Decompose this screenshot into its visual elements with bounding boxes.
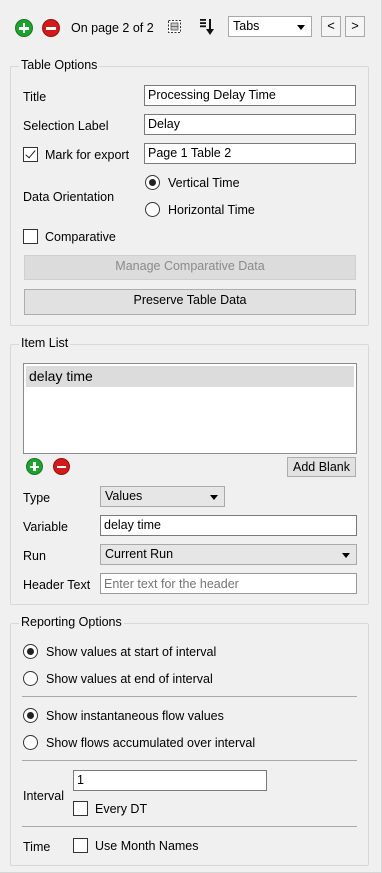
use-month-names-checkbox[interactable] — [73, 838, 88, 853]
chevron-down-icon — [297, 25, 305, 30]
view-mode-select[interactable]: Tabs — [228, 16, 312, 37]
title-input[interactable]: Processing Delay Time — [144, 85, 356, 106]
header-text-input[interactable] — [100, 573, 357, 594]
variable-input[interactable]: delay time — [100, 515, 357, 536]
preserve-table-button[interactable]: Preserve Table Data — [24, 289, 356, 315]
type-value: Values — [105, 489, 143, 503]
accumulated-flow-radio[interactable] — [23, 735, 38, 750]
selection-label-label: Selection Label — [23, 119, 109, 133]
view-mode-value: Tabs — [233, 19, 260, 33]
divider — [22, 696, 357, 697]
horizontal-time-label: Horizontal Time — [168, 203, 255, 217]
data-orientation-label: Data Orientation — [23, 190, 115, 204]
horizontal-time-radio[interactable] — [145, 202, 160, 217]
variable-label: Variable — [23, 520, 68, 534]
end-of-interval-label: Show values at end of interval — [46, 672, 213, 686]
header-text-label: Header Text — [23, 578, 91, 592]
remove-page-icon[interactable] — [42, 19, 60, 37]
type-select[interactable]: Values — [100, 486, 225, 507]
run-label: Run — [23, 549, 46, 563]
divider — [22, 760, 357, 761]
start-of-interval-radio[interactable] — [23, 644, 38, 659]
item-listbox[interactable]: delay time — [23, 363, 357, 454]
divider — [22, 826, 357, 827]
run-select[interactable]: Current Run — [100, 544, 357, 565]
run-value: Current Run — [105, 547, 174, 561]
start-of-interval-label: Show values at start of interval — [46, 645, 217, 659]
vertical-time-radio[interactable] — [145, 175, 160, 190]
prev-page-button[interactable]: < — [321, 16, 341, 37]
add-blank-button[interactable]: Add Blank — [287, 457, 356, 477]
every-dt-label: Every DT — [95, 802, 148, 816]
mark-for-export-label: Mark for export — [45, 148, 130, 162]
every-dt-checkbox[interactable] — [73, 801, 88, 816]
selection-label-input[interactable]: Delay — [144, 114, 356, 135]
list-item[interactable]: delay time — [26, 366, 354, 387]
add-item-icon[interactable] — [26, 458, 43, 475]
export-name-input[interactable]: Page 1 Table 2 — [144, 143, 356, 164]
page-settings-icon[interactable] — [166, 18, 184, 36]
chevron-down-icon — [342, 553, 350, 558]
page-indicator: On page 2 of 2 — [71, 21, 154, 35]
item-list-legend: Item List — [19, 336, 71, 350]
title-label: Title — [23, 90, 47, 104]
comparative-label: Comparative — [45, 230, 116, 244]
interval-label: Interval — [23, 789, 64, 803]
end-of-interval-radio[interactable] — [23, 671, 38, 686]
table-options-legend: Table Options — [19, 58, 100, 72]
sort-down-icon[interactable] — [197, 17, 217, 37]
type-label: Type — [23, 491, 51, 505]
accumulated-flow-label: Show flows accumulated over interval — [46, 736, 256, 750]
interval-input[interactable]: 1 — [73, 770, 267, 791]
vertical-time-label: Vertical Time — [168, 176, 240, 190]
chevron-down-icon — [210, 495, 218, 500]
use-month-names-label: Use Month Names — [95, 839, 199, 853]
add-page-icon[interactable] — [15, 19, 33, 37]
instantaneous-flow-radio[interactable] — [23, 708, 38, 723]
manage-comparative-button[interactable]: Manage Comparative Data — [24, 255, 356, 280]
time-label: Time — [23, 840, 51, 854]
reporting-options-legend: Reporting Options — [19, 615, 124, 629]
mark-for-export-checkbox[interactable] — [23, 147, 38, 162]
next-page-button[interactable]: > — [345, 16, 365, 37]
remove-item-icon[interactable] — [53, 458, 70, 475]
instantaneous-flow-label: Show instantaneous flow values — [46, 709, 224, 723]
comparative-checkbox[interactable] — [23, 229, 38, 244]
